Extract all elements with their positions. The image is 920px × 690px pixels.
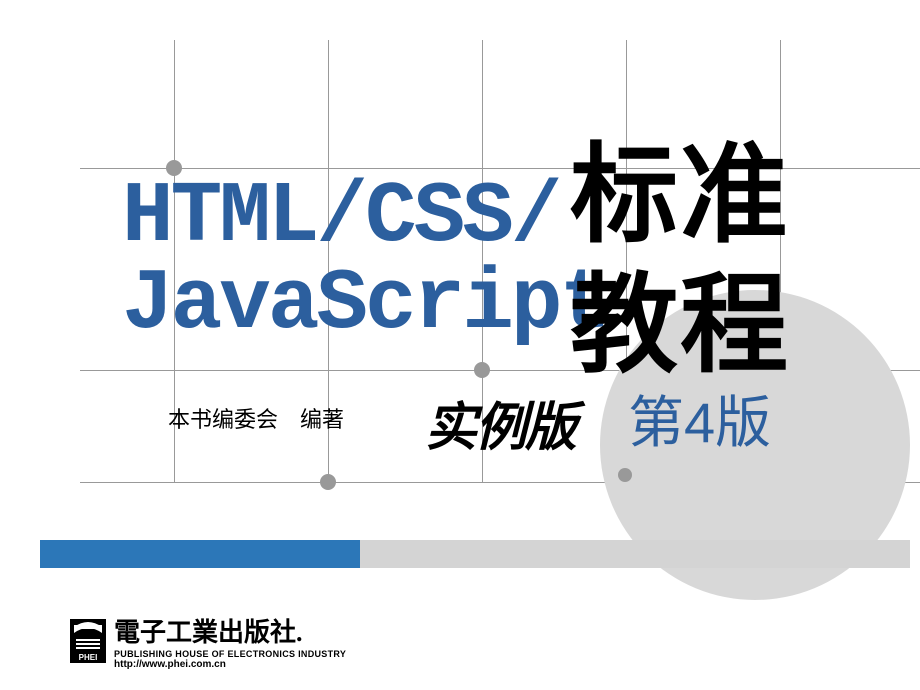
divider-bar-blue (40, 540, 360, 568)
publisher-url: http://www.phei.com.cn (114, 659, 346, 670)
publisher-logo-icon: PHEI (70, 619, 106, 663)
grid-dot (618, 468, 632, 482)
grid-dot (320, 474, 336, 490)
publisher-name-en: PUBLISHING HOUSE OF ELECTRONICS INDUSTRY (114, 649, 346, 659)
publisher-name-cn: 電子工業出版社. (114, 612, 346, 649)
title-english-line2: JavaScript (122, 255, 608, 353)
grid-dot (474, 362, 490, 378)
edition-number-label: 第4版 (628, 378, 771, 459)
example-edition-label: 实例版 (425, 385, 575, 460)
divider-bar-gray (360, 540, 910, 568)
title-english-line1: HTML/CSS/ (122, 168, 559, 266)
publisher-text-block: 電子工業出版社. PUBLISHING HOUSE OF ELECTRONICS… (114, 612, 346, 670)
cover-grid-area: HTML/CSS/ JavaScript 标准 教程 本书编委会 编著 实例版 … (40, 20, 910, 490)
title-chinese-line2: 教程 (570, 238, 790, 394)
publisher-block: PHEI 電子工業出版社. PUBLISHING HOUSE OF ELECTR… (70, 612, 346, 670)
svg-text:PHEI: PHEI (79, 653, 98, 662)
author-credit: 本书编委会 编著 (168, 402, 344, 434)
